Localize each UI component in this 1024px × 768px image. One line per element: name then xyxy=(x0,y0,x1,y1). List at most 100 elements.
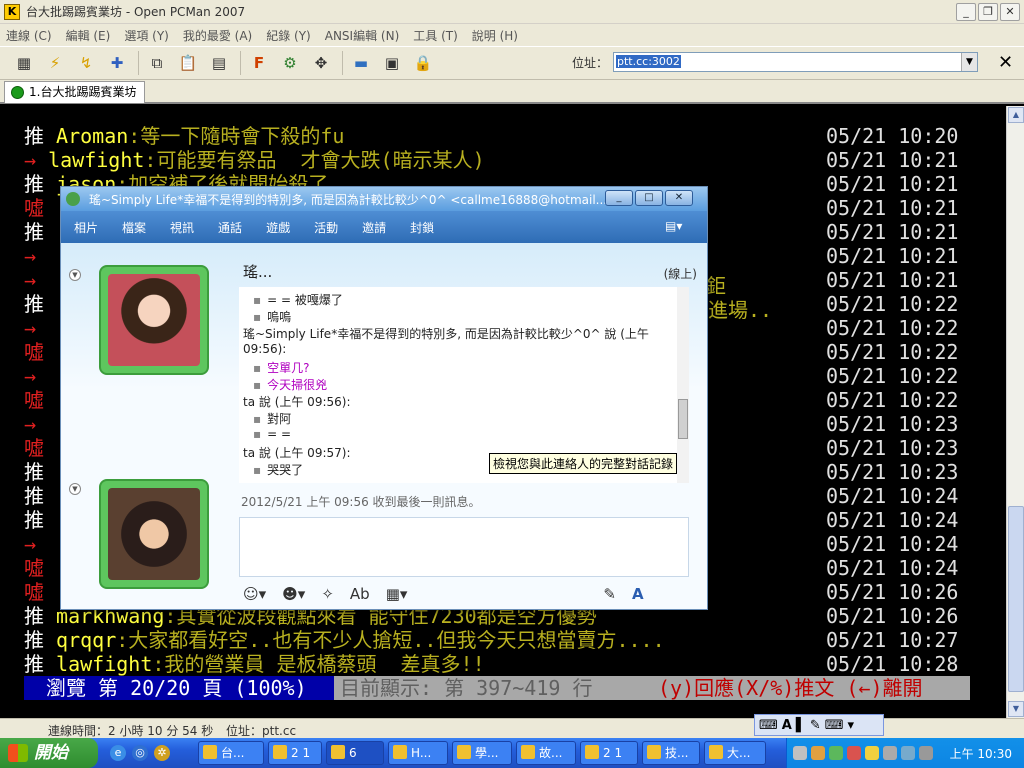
menu-connection[interactable]: 連線 (C) xyxy=(6,27,52,44)
browser-icon[interactable]: ◎ xyxy=(132,745,148,761)
ie-icon[interactable]: e xyxy=(110,745,126,761)
language-bar[interactable]: ⌨ A ▌ ✎ ⌨ ▾ xyxy=(754,714,884,736)
menu-files[interactable]: 檔案 xyxy=(122,219,146,236)
messenger-body: ▼ ▼ 瑤... (線上) ▪ = = 被嘎爆了 ▪ 嗚嗚 瑤~Simply Life*… xyxy=(61,243,707,609)
chat-message: ▪ 哭哭了 xyxy=(253,461,303,478)
push-user: qrqqr xyxy=(56,628,117,652)
ime-icon[interactable]: ⌨ xyxy=(759,718,778,733)
tray-icon[interactable] xyxy=(919,746,933,760)
terminal-status-line: 瀏覽 第 20/20 頁 (100%) 目前顯示: 第 397~419 行 (y)回… xyxy=(24,676,970,700)
wink-icon[interactable]: ☻▾ xyxy=(282,585,305,603)
collapse-icon[interactable]: ▼ xyxy=(69,483,81,495)
add-favorite-icon[interactable]: ✚ xyxy=(105,51,129,75)
input-mode-icon[interactable]: A xyxy=(782,718,792,733)
volume-tray-icon[interactable] xyxy=(883,746,897,760)
start-button[interactable]: 開始 xyxy=(0,738,98,768)
contact-avatar[interactable] xyxy=(99,265,209,375)
conversation-scrollbar[interactable] xyxy=(677,287,689,483)
taskbar-button[interactable]: 學... xyxy=(452,741,512,765)
menu-edit[interactable]: 編輯 (E) xyxy=(66,27,111,44)
menu-call[interactable]: 通話 xyxy=(218,219,242,236)
vertical-scrollbar[interactable]: ▲ ▼ xyxy=(1006,106,1024,718)
menu-favorites[interactable]: 我的最愛 (A) xyxy=(183,27,252,44)
maximize-button[interactable]: □ xyxy=(635,190,663,206)
collapse-icon[interactable]: ▼ xyxy=(69,269,81,281)
close-button[interactable]: ✕ xyxy=(1000,3,1020,21)
taskbar-button[interactable]: 2 1 xyxy=(580,741,638,765)
options-icon[interactable]: ▾ xyxy=(848,718,855,733)
site-list-icon[interactable]: ▦ xyxy=(12,51,36,75)
font-style-icon[interactable]: Ab xyxy=(350,585,370,603)
paste-icon[interactable]: 📋 xyxy=(176,51,200,75)
menu-tools[interactable]: 工具 (T) xyxy=(413,27,458,44)
menu-games[interactable]: 遊戲 xyxy=(266,219,290,236)
message-input[interactable] xyxy=(239,517,689,577)
handwriting-icon[interactable]: ✎ xyxy=(810,718,821,733)
menu-ansi-edit[interactable]: ANSI編輯 (N) xyxy=(325,27,400,44)
restore-button[interactable]: ❐ xyxy=(978,3,998,21)
clock[interactable]: 上午 10:30 xyxy=(950,745,1012,762)
push-tag: 推 xyxy=(24,628,57,652)
gear-icon[interactable]: ✲ xyxy=(154,745,170,761)
bullet-icon: ▪ xyxy=(253,378,262,392)
disconnect-icon[interactable]: ↯ xyxy=(74,51,98,75)
lock-icon[interactable]: 🔒 xyxy=(411,51,435,75)
taskbar-button[interactable]: 台... xyxy=(198,741,264,765)
user-avatar[interactable] xyxy=(99,479,209,589)
address-input[interactable]: ptt.cc:3002 ▼ xyxy=(613,52,978,72)
msn-tray-icon[interactable] xyxy=(829,746,843,760)
background-icon[interactable]: ▦▾ xyxy=(386,585,408,603)
menu-photos[interactable]: 相片 xyxy=(74,219,98,236)
taskbar-button[interactable]: 故... xyxy=(516,741,576,765)
screen-icon[interactable]: ▬ xyxy=(349,51,373,75)
input-toolbar: ☺▾ ☻▾ ✧ Ab ▦▾ ✎ A xyxy=(239,581,689,607)
window-title-bar[interactable]: K 台大批踢踢賓業坊 - Open PCMan 2007 _ ❐ ✕ xyxy=(0,0,1024,24)
scroll-down-icon[interactable]: ▼ xyxy=(1008,701,1024,717)
taskbar-button[interactable]: 技... xyxy=(642,741,700,765)
copy-icon[interactable]: ⧉ xyxy=(145,51,169,75)
taskbar-button[interactable]: 大... xyxy=(704,741,766,765)
tray-icon[interactable] xyxy=(865,746,879,760)
push-datetime: 05/21 10:21 xyxy=(826,244,959,268)
bullet-icon: ▪ xyxy=(253,310,262,324)
messenger-title-bar[interactable]: 瑤~Simply Life*幸福不是得到的特別多, 而是因為計較比較少^0^ <… xyxy=(61,187,707,211)
fullwidth-icon[interactable]: ▌ xyxy=(796,718,806,733)
options-menu-icon[interactable]: ▤▾ xyxy=(665,219,695,235)
menu-options[interactable]: 選項 (Y) xyxy=(124,27,169,44)
minimize-button[interactable]: _ xyxy=(605,190,633,206)
menu-invite[interactable]: 邀請 xyxy=(362,219,386,236)
menu-log[interactable]: 紀錄 (Y) xyxy=(266,27,311,44)
menu-help[interactable]: 說明 (H) xyxy=(472,27,518,44)
menu-activities[interactable]: 活動 xyxy=(314,219,338,236)
push-datetime: 05/21 10:23 xyxy=(826,460,959,484)
settings-gear-icon[interactable]: ⚙ xyxy=(278,51,302,75)
minimize-button[interactable]: _ xyxy=(956,3,976,21)
tray-icon[interactable] xyxy=(811,746,825,760)
scrollbar-thumb[interactable] xyxy=(1008,506,1024,692)
close-button[interactable]: ✕ xyxy=(665,190,693,206)
messenger-window[interactable]: 瑤~Simply Life*幸福不是得到的特別多, 而是因為計較比較少^0^ <… xyxy=(60,186,708,610)
taskbar-button[interactable]: H... xyxy=(388,741,448,765)
text-mode-icon[interactable]: A xyxy=(632,585,644,603)
taskbar-button[interactable]: 6 xyxy=(326,741,384,765)
handwriting-icon[interactable]: ✎ xyxy=(603,585,616,603)
connect-icon[interactable]: ⚡ xyxy=(43,51,67,75)
menu-block[interactable]: 封鎖 xyxy=(410,219,434,236)
menu-video[interactable]: 視訊 xyxy=(170,219,194,236)
chevron-down-icon[interactable]: ▼ xyxy=(961,53,977,71)
nudge-icon[interactable]: ✧ xyxy=(321,585,334,603)
network-tray-icon[interactable] xyxy=(901,746,915,760)
antivirus-tray-icon[interactable] xyxy=(847,746,861,760)
copy-article-icon[interactable]: ▤ xyxy=(207,51,231,75)
scrollbar-thumb[interactable] xyxy=(678,399,688,439)
close-tab-icon[interactable]: ✕ xyxy=(998,52,1013,73)
font-icon[interactable]: F xyxy=(247,51,271,75)
emoticon-icon[interactable]: ☺▾ xyxy=(243,585,266,603)
tools-tray-icon[interactable] xyxy=(793,746,807,760)
taskbar-button[interactable]: 2 1 xyxy=(268,741,322,765)
tab-connection-1[interactable]: 1.台大批踢踢賓業坊 xyxy=(4,81,146,103)
move-icon[interactable]: ✥ xyxy=(309,51,333,75)
keyboard-icon[interactable]: ⌨ xyxy=(825,718,844,733)
macro-icon[interactable]: ▣ xyxy=(380,51,404,75)
scroll-up-icon[interactable]: ▲ xyxy=(1008,107,1024,123)
